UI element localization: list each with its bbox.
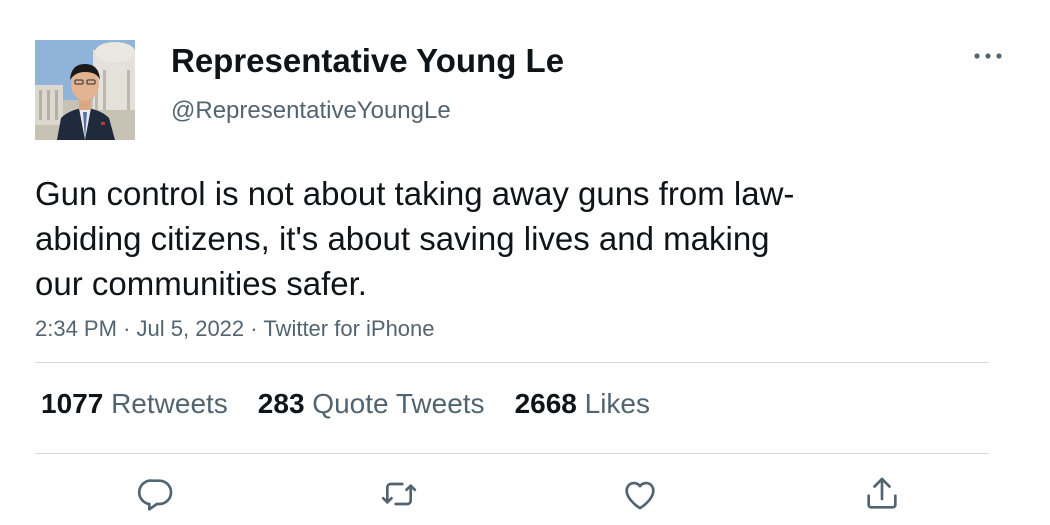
retweets-count: 1077: [41, 388, 104, 419]
quote-tweets-label: Quote Tweets: [312, 388, 485, 419]
meta-separator: ·: [123, 316, 131, 341]
tweet-date[interactable]: Jul 5, 2022: [137, 316, 245, 341]
tweet-metadata: 2:34 PM · Jul 5, 2022 · Twitter for iPho…: [35, 316, 435, 342]
share-button[interactable]: [860, 472, 904, 516]
tweet-time[interactable]: 2:34 PM: [35, 316, 117, 341]
tweet-text-line: our communities safer.: [35, 265, 367, 302]
retweet-icon: [381, 482, 417, 506]
retweet-button[interactable]: [377, 472, 421, 516]
reply-icon: [137, 479, 173, 511]
more-horizontal-icon: [974, 53, 1002, 59]
heart-icon: [625, 481, 655, 510]
quote-tweets-stat[interactable]: 283 Quote Tweets: [258, 388, 485, 420]
tweet-source[interactable]: Twitter for iPhone: [263, 316, 434, 341]
reply-button[interactable]: [134, 472, 178, 516]
avatar[interactable]: [35, 40, 135, 140]
author-handle[interactable]: @RepresentativeYoungLe: [171, 97, 451, 125]
author-display-name[interactable]: Representative Young Le: [171, 42, 564, 80]
likes-label: Likes: [584, 388, 651, 419]
retweets-stat[interactable]: 1077 Retweets: [41, 388, 228, 420]
quote-tweets-count: 283: [257, 388, 305, 419]
tweet-text-line: abiding citizens, it's about saving live…: [35, 220, 770, 257]
engagement-stats: 1077 Retweets 283 Quote Tweets 2668 Like…: [41, 388, 650, 420]
tweet-text: Gun control is not about taking away gun…: [35, 171, 915, 306]
likes-stat[interactable]: 2668 Likes: [515, 388, 650, 420]
divider: [35, 362, 989, 363]
profile-photo: [35, 40, 135, 140]
like-button[interactable]: [618, 472, 662, 516]
divider: [35, 453, 989, 454]
retweets-label: Retweets: [111, 388, 228, 419]
tweet-text-line: Gun control is not about taking away gun…: [35, 175, 795, 212]
more-options-button[interactable]: [968, 44, 1008, 68]
meta-separator: ·: [250, 316, 258, 341]
share-icon: [867, 477, 897, 509]
likes-count: 2668: [514, 388, 577, 419]
